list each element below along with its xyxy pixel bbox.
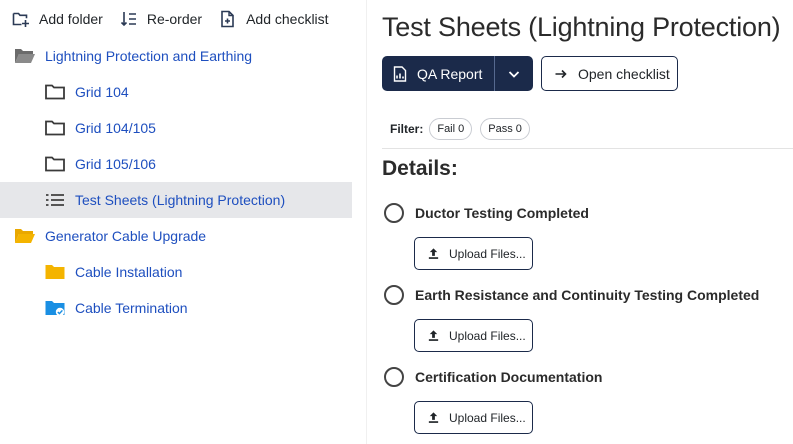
upload-icon (428, 330, 439, 341)
add-folder-label: Add folder (39, 11, 103, 27)
tree-item-label: Generator Cable Upgrade (45, 228, 207, 244)
folder-icon (44, 83, 66, 101)
tree-item-grid-104[interactable]: Grid 104 (0, 74, 352, 110)
upload-icon (428, 248, 439, 259)
checklist-item: Ductor Testing Completed (384, 203, 589, 223)
add-checklist-button[interactable]: Add checklist (219, 10, 329, 28)
page-title: Test Sheets (Lightning Protection) (382, 12, 781, 42)
open-checklist-label: Open checklist (578, 65, 670, 82)
checklist-item: Certification Documentation (384, 367, 602, 387)
checklist-item-label: Ductor Testing Completed (415, 205, 589, 221)
upload-files-label: Upload Files... (449, 328, 526, 343)
filter-fail-pill[interactable]: Fail 0 (429, 118, 473, 140)
qa-report-dropdown-button[interactable] (495, 56, 533, 91)
tree-item-label: Grid 105/106 (75, 156, 156, 172)
tree-toolbar: Add folder Re-order Add checklist (12, 8, 346, 30)
open-checklist-button[interactable]: Open checklist (541, 56, 678, 91)
tree-item-label: Lightning Protection and Earthing (45, 48, 253, 64)
qa-report-button[interactable]: QA Report (382, 56, 494, 91)
add-folder-button[interactable]: Add folder (12, 10, 103, 28)
qa-report-split-button: QA Report (382, 56, 534, 91)
checklist-item-label: Earth Resistance and Continuity Testing … (415, 287, 760, 303)
item-radio[interactable] (384, 367, 404, 387)
folder-icon (44, 263, 66, 281)
divider (382, 148, 793, 149)
tree-item-grid-104-105[interactable]: Grid 104/105 (0, 110, 352, 146)
tree-item-label: Cable Installation (75, 264, 183, 280)
main-panel: Test Sheets (Lightning Protection) QA Re… (367, 0, 793, 444)
arrow-right-icon (555, 69, 567, 78)
folder-open-icon (14, 47, 36, 65)
reorder-label: Re-order (146, 11, 203, 27)
upload-files-button[interactable]: Upload Files... (414, 401, 533, 434)
reorder-icon (120, 12, 136, 27)
upload-files-button[interactable]: Upload Files... (414, 237, 533, 270)
reorder-button[interactable]: Re-order (120, 10, 202, 28)
add-checklist-label: Add checklist (246, 11, 329, 27)
add-folder-icon (12, 12, 29, 27)
tree-item-grid-105-106[interactable]: Grid 105/106 (0, 146, 352, 182)
folder-icon (44, 119, 66, 137)
tree-item-label: Grid 104/105 (75, 120, 156, 136)
qa-report-label: QA Report (417, 65, 483, 82)
add-checklist-icon (221, 10, 234, 28)
filter-label: Filter: (390, 122, 424, 136)
folder-open-icon (14, 227, 36, 245)
checklist-item: Earth Resistance and Continuity Testing … (384, 285, 759, 305)
item-radio[interactable] (384, 203, 404, 223)
left-panel: Add folder Re-order Add checklist Lightn… (0, 0, 352, 444)
filter-pass-pill[interactable]: Pass 0 (480, 118, 530, 140)
filter-bar: Filter: Fail 0 Pass 0 (390, 118, 538, 140)
folder-icon (44, 155, 66, 173)
tree-item-generator-cable-upgrade[interactable]: Generator Cable Upgrade (0, 218, 352, 254)
checklist-item-label: Certification Documentation (415, 369, 603, 385)
tree-item-label: Test Sheets (Lightning Protection) (75, 192, 286, 208)
details-heading: Details: (382, 157, 458, 180)
tree-item-test-sheets[interactable]: Test Sheets (Lightning Protection) (0, 182, 352, 218)
tree-item-cable-termination[interactable]: Cable Termination (0, 290, 352, 326)
tree-item-label: Grid 104 (75, 84, 129, 100)
upload-files-button[interactable]: Upload Files... (414, 319, 533, 352)
upload-icon (428, 412, 439, 423)
folder-tree: Lightning Protection and Earthing Grid 1… (0, 38, 352, 326)
tree-item-cable-installation[interactable]: Cable Installation (0, 254, 352, 290)
folder-check-icon (44, 299, 66, 317)
upload-files-label: Upload Files... (449, 246, 526, 261)
tree-item-label: Cable Termination (75, 300, 188, 316)
chevron-down-icon (509, 70, 520, 78)
tree-item-lightning-protection-and-earthing[interactable]: Lightning Protection and Earthing (0, 38, 352, 74)
list-icon (44, 191, 66, 209)
item-radio[interactable] (384, 285, 404, 305)
report-icon (393, 65, 407, 82)
upload-files-label: Upload Files... (449, 410, 526, 425)
